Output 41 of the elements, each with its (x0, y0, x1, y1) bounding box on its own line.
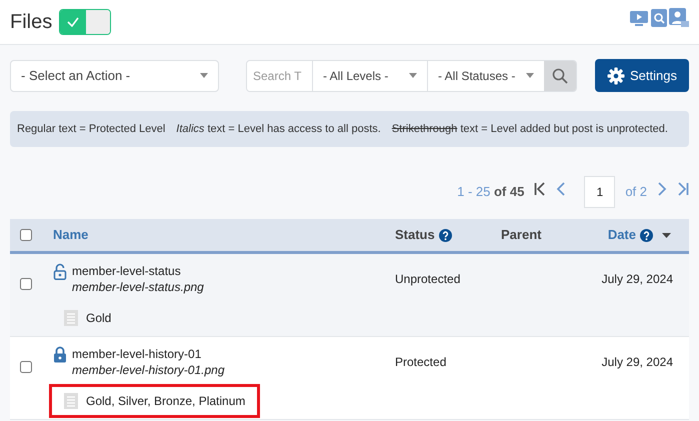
settings-button[interactable]: Settings (595, 59, 689, 92)
legend-text: Italics text = Level has access to all posts. (176, 122, 381, 137)
search-icon (552, 68, 568, 84)
table-row[interactable]: member-level-history-01 member-level-history-01.png Gold, Silver, Bronze, Platinum Protected July 29, 2024 (10, 337, 689, 420)
date-text: July 29, 2024 (602, 354, 673, 370)
select-all-checkbox[interactable] (20, 229, 32, 241)
file-path: member-level-status.png (72, 279, 204, 295)
check-icon (67, 17, 80, 27)
page-title: Files (10, 10, 52, 35)
action-dropdown[interactable]: - Select an Action - (10, 60, 219, 92)
document-icon (64, 393, 78, 409)
document-icon (64, 310, 78, 326)
file-name[interactable]: member-level-status (72, 263, 204, 279)
toggle-switch[interactable] (59, 9, 112, 35)
column-header[interactable]: Date (608, 225, 636, 245)
settings-icon (607, 66, 626, 84)
caret-icon (200, 73, 208, 78)
page-range: 1 - 25 of 45 (457, 183, 524, 202)
row-checkbox[interactable] (20, 278, 32, 290)
date-text: July 29, 2024 (602, 271, 673, 287)
caret-icon (409, 73, 417, 78)
member-levels: Gold, Silver, Bronze, Platinum (86, 393, 246, 409)
row-checkbox[interactable] (20, 361, 32, 373)
table-row[interactable]: member-level-status member-level-status.png Gold Unprotected July 29, 2024 (10, 254, 689, 337)
member-levels: Gold (86, 310, 112, 326)
legend-text: Regular text = Protected Level (17, 122, 166, 137)
page-number-field[interactable]: 1 (584, 176, 616, 208)
column-header[interactable]: Name (53, 225, 88, 245)
file-name[interactable]: member-level-history-01 (72, 346, 225, 362)
file-path: member-level-history-01.png (72, 362, 225, 378)
search-button[interactable] (544, 60, 576, 90)
page-count: of 2 (625, 183, 647, 202)
search-field[interactable]: Search T (247, 60, 313, 90)
caret-icon (526, 73, 534, 78)
statuses-dropdown[interactable]: - All Statuses - (428, 60, 544, 90)
column-header: Parent (501, 226, 542, 244)
legend-text: Strikethrough text = Level added but post is unprotected. (392, 122, 668, 137)
status-text: Protected (395, 355, 446, 369)
status-text: Unprotected (395, 272, 460, 286)
levels-dropdown[interactable]: - All Levels - (313, 60, 428, 90)
column-header: Status (395, 226, 435, 244)
